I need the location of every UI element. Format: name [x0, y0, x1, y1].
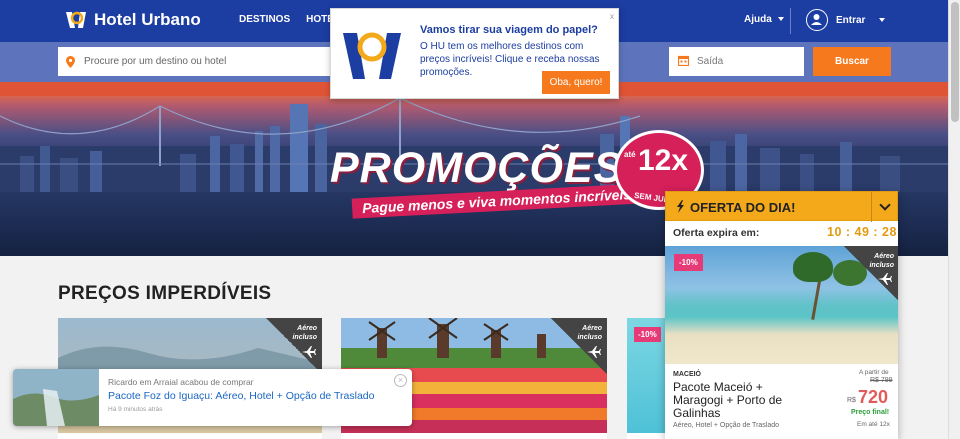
- toast-product-link[interactable]: Pacote Foz do Iguaçu: Aéreo, Hotel + Opç…: [108, 390, 374, 402]
- final-price-label: Preço final!: [851, 409, 890, 416]
- header-divider: [790, 8, 791, 34]
- price-from-label: A partir de: [859, 369, 889, 376]
- nav-destinos[interactable]: DESTINOS: [239, 14, 290, 25]
- promo-title: PROMOÇÕES: [330, 144, 624, 192]
- offer-description: Aéreo, Hotel + Opção de Traslado: [673, 422, 780, 429]
- toast-thumbnail: [13, 369, 99, 426]
- section-title: PREÇOS IMPERDÍVEIS: [58, 283, 272, 304]
- hu-logo-icon: [66, 11, 86, 28]
- airplane-icon: [878, 273, 892, 285]
- palm-trunk: [811, 276, 822, 320]
- aereo-label: Aéreo incluso: [869, 253, 894, 269]
- popup-title: Vamos tirar sua viagem do papel?: [420, 24, 598, 36]
- aereo-label: Aéreo incluso: [292, 325, 317, 341]
- destination-search-input[interactable]: [58, 47, 330, 76]
- newsletter-popup[interactable]: Vamos tirar sua viagem do papel? O HU te…: [330, 8, 619, 99]
- old-price: R$ 799: [870, 377, 893, 384]
- calendar-icon: [678, 55, 689, 66]
- login-label: Entrar: [836, 14, 866, 26]
- subscribe-button[interactable]: Oba, quero!: [542, 71, 610, 94]
- collapse-toggle[interactable]: [871, 192, 899, 222]
- badge-prefix: até: [624, 150, 636, 159]
- lightning-icon: [677, 200, 684, 213]
- badge-value: 12x: [638, 144, 689, 177]
- close-icon[interactable]: x: [610, 12, 614, 21]
- chevron-down-icon: [879, 199, 891, 211]
- deal-of-the-day-panel[interactable]: OFERTA DO DIA! Oferta expira em: 10 : 49…: [665, 191, 898, 439]
- recent-purchase-toast[interactable]: Ricardo em Arraial acabou de comprar Pac…: [13, 369, 412, 426]
- location-pin-icon: [66, 56, 75, 68]
- page-scrollbar[interactable]: [948, 0, 960, 439]
- countdown-timer: 10 : 49 : 28: [827, 225, 897, 239]
- close-icon[interactable]: ×: [394, 374, 407, 387]
- chevron-down-icon: [777, 17, 784, 22]
- main-nav: DESTINOS HOTÉ: [239, 14, 334, 25]
- card-footer: [58, 433, 322, 439]
- card-footer: [627, 433, 667, 439]
- login-menu[interactable]: Entrar: [806, 9, 886, 31]
- hu-logo-icon: [343, 32, 401, 79]
- card-footer: [341, 433, 607, 439]
- hotel-urbano-logo[interactable]: Hotel Urbano: [64, 9, 201, 31]
- chevron-down-icon: [879, 18, 886, 22]
- palm-tree: [793, 252, 833, 282]
- search-button[interactable]: Buscar: [813, 47, 891, 76]
- airplane-icon: [302, 346, 316, 358]
- offer-region: MACEIÓ: [673, 371, 701, 378]
- checkout-label: Saída: [697, 56, 724, 67]
- offer-name[interactable]: Pacote Maceió + Maragogi + Porto de Gali…: [673, 381, 803, 420]
- offer-price: 720: [858, 387, 889, 407]
- price-currency: R$: [847, 397, 856, 404]
- offer-title: OFERTA DO DIA!: [690, 200, 796, 215]
- toast-buyer-text: Ricardo em Arraial acabou de comprar: [108, 377, 254, 387]
- offer-header[interactable]: OFERTA DO DIA!: [665, 191, 899, 222]
- scrollbar-thumb[interactable]: [951, 2, 959, 122]
- toast-time: Há 9 minutos atrás: [108, 406, 163, 413]
- discount-badge: -10%: [634, 327, 661, 342]
- help-menu[interactable]: Ajuda: [744, 14, 784, 25]
- offer-expires-label: Oferta expira em:: [673, 227, 760, 239]
- airplane-icon: [587, 346, 601, 358]
- help-label: Ajuda: [744, 14, 772, 25]
- offer-discount-badge: -10%: [674, 254, 703, 271]
- logo-text: Hotel Urbano: [94, 10, 201, 29]
- user-icon: [806, 9, 828, 31]
- installments-label: Em até 12x: [857, 421, 890, 428]
- checkout-date-field[interactable]: Saída: [669, 47, 804, 76]
- aereo-label: Aéreo incluso: [577, 325, 602, 341]
